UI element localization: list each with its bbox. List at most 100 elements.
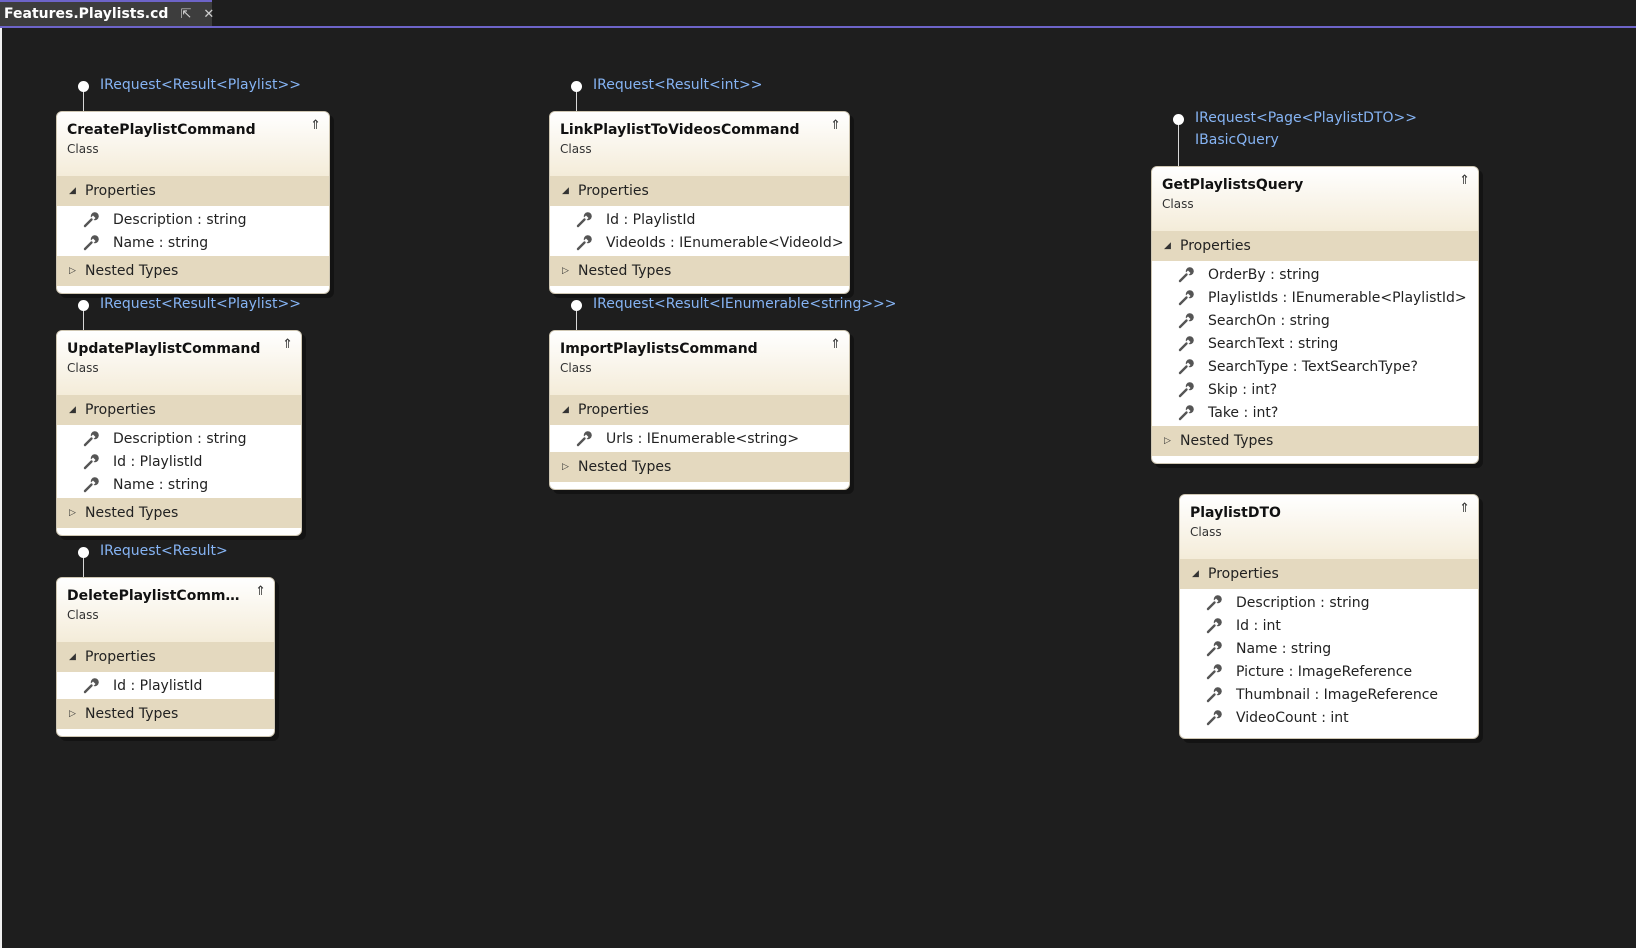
- interface-name[interactable]: IRequest<Result>: [100, 540, 228, 562]
- canvas-edge: [0, 28, 2, 948]
- property-item[interactable]: Take : int?: [1152, 401, 1478, 424]
- property-item[interactable]: Name : string: [57, 473, 301, 496]
- property-item[interactable]: SearchOn : string: [1152, 309, 1478, 332]
- class-header[interactable]: DeletePlaylistComma... Class ⇑: [57, 578, 274, 642]
- interface-dot: [78, 81, 89, 92]
- document-tab[interactable]: Features.Playlists.cd ⇱ ✕: [0, 0, 214, 26]
- property-item[interactable]: Urls : IEnumerable<string>: [550, 427, 849, 450]
- section-label: Nested Types: [578, 263, 672, 279]
- property-text: Picture : ImageReference: [1236, 663, 1413, 680]
- collapse-icon[interactable]: ⇑: [1459, 173, 1470, 188]
- class-shape-importplaylistscommand[interactable]: ImportPlaylistsCommand Class ⇑ ◢ Properties U…: [549, 330, 850, 490]
- class-kind: Class: [67, 608, 99, 622]
- triangle-down-icon: ◢: [1164, 241, 1171, 251]
- class-name: LinkPlaylistToVideosCommand: [560, 122, 800, 138]
- triangle-down-icon: ◢: [69, 186, 76, 196]
- pin-icon[interactable]: ⇱: [180, 7, 191, 22]
- property-text: SearchText : string: [1208, 335, 1339, 352]
- property-item[interactable]: Picture : ImageReference: [1180, 660, 1478, 683]
- wrench-icon: [83, 677, 99, 693]
- property-text: Description : string: [1236, 594, 1370, 611]
- collapse-icon[interactable]: ⇑: [1459, 501, 1470, 516]
- section-label: Properties: [1180, 238, 1251, 254]
- collapse-icon[interactable]: ⇑: [282, 337, 293, 352]
- property-text: Description : string: [113, 211, 247, 228]
- interface-name[interactable]: IRequest<Result<int>>: [593, 74, 762, 96]
- nested-types-section-header[interactable]: ▷ Nested Types: [1152, 426, 1478, 456]
- wrench-icon: [1178, 358, 1194, 374]
- class-shape-getplaylistsquery[interactable]: GetPlaylistsQuery Class ⇑ ◢ Properties OrderB…: [1151, 166, 1479, 464]
- nested-types-section-header[interactable]: ▷ Nested Types: [57, 699, 274, 729]
- property-item[interactable]: VideoCount : int: [1180, 706, 1478, 729]
- class-name: ImportPlaylistsCommand: [560, 341, 758, 357]
- interface-stem: [83, 91, 84, 111]
- property-item[interactable]: OrderBy : string: [1152, 263, 1478, 286]
- interface-name[interactable]: IRequest<Page<PlaylistDTO>>: [1195, 107, 1417, 129]
- property-text: OrderBy : string: [1208, 266, 1320, 283]
- collapse-icon[interactable]: ⇑: [255, 584, 266, 599]
- property-item[interactable]: SearchType : TextSearchType?: [1152, 355, 1478, 378]
- nested-types-section-header[interactable]: ▷ Nested Types: [57, 256, 329, 286]
- wrench-icon: [83, 234, 99, 250]
- nested-types-section-header[interactable]: ▷ Nested Types: [550, 256, 849, 286]
- properties-section-header[interactable]: ◢ Properties: [550, 176, 849, 206]
- property-item[interactable]: Id : PlaylistId: [57, 674, 274, 697]
- interface-name[interactable]: IRequest<Result<Playlist>>: [100, 293, 301, 315]
- property-item[interactable]: Description : string: [1180, 591, 1478, 614]
- wrench-icon: [1206, 617, 1222, 633]
- wrench-icon: [1206, 640, 1222, 656]
- properties-section-header[interactable]: ◢ Properties: [57, 176, 329, 206]
- class-name: PlaylistDTO: [1190, 505, 1281, 521]
- wrench-icon: [1178, 404, 1194, 420]
- section-label: Properties: [85, 402, 156, 418]
- property-text: Urls : IEnumerable<string>: [606, 430, 800, 447]
- properties-section-header[interactable]: ◢ Properties: [550, 395, 849, 425]
- property-item[interactable]: Name : string: [1180, 637, 1478, 660]
- property-item[interactable]: SearchText : string: [1152, 332, 1478, 355]
- property-item[interactable]: Thumbnail : ImageReference: [1180, 683, 1478, 706]
- properties-section-header[interactable]: ◢ Properties: [1180, 559, 1478, 589]
- class-header[interactable]: LinkPlaylistToVideosCommand Class ⇑: [550, 112, 849, 176]
- class-header[interactable]: PlaylistDTO Class ⇑: [1180, 495, 1478, 559]
- property-item[interactable]: Id : PlaylistId: [550, 208, 849, 231]
- nested-types-section-header[interactable]: ▷ Nested Types: [57, 498, 301, 528]
- property-item[interactable]: Id : int: [1180, 614, 1478, 637]
- properties-section-header[interactable]: ◢ Properties: [57, 642, 274, 672]
- class-shape-playlistdto[interactable]: PlaylistDTO Class ⇑ ◢ Properties Description …: [1179, 494, 1479, 739]
- property-text: Id : PlaylistId: [113, 453, 203, 470]
- class-shape-linkplaylisttovideoscommand[interactable]: LinkPlaylistToVideosCommand Class ⇑ ◢ Proper…: [549, 111, 850, 294]
- class-header[interactable]: ImportPlaylistsCommand Class ⇑: [550, 331, 849, 395]
- property-item[interactable]: Description : string: [57, 427, 301, 450]
- class-header[interactable]: UpdatePlaylistCommand Class ⇑: [57, 331, 301, 395]
- class-name: CreatePlaylistCommand: [67, 122, 256, 138]
- interface-name[interactable]: IRequest<Result<IEnumerable<string>>>: [593, 293, 897, 315]
- property-list: Id : PlaylistId: [57, 672, 274, 699]
- property-item[interactable]: Id : PlaylistId: [57, 450, 301, 473]
- interface-name[interactable]: IBasicQuery: [1195, 129, 1279, 151]
- property-item[interactable]: VideoIds : IEnumerable<VideoId>: [550, 231, 849, 254]
- interface-name[interactable]: IRequest<Result<Playlist>>: [100, 74, 301, 96]
- class-header[interactable]: CreatePlaylistCommand Class ⇑: [57, 112, 329, 176]
- collapse-icon[interactable]: ⇑: [830, 337, 841, 352]
- class-shape-createplaylistcommand[interactable]: CreatePlaylistCommand Class ⇑ ◢ Properties De…: [56, 111, 330, 294]
- wrench-icon: [576, 430, 592, 446]
- property-text: SearchType : TextSearchType?: [1208, 358, 1418, 375]
- tab-title: Features.Playlists.cd: [4, 6, 169, 22]
- close-icon[interactable]: ✕: [203, 7, 214, 22]
- class-header[interactable]: GetPlaylistsQuery Class ⇑: [1152, 167, 1478, 231]
- class-shape-deleteplaylistcomma[interactable]: DeletePlaylistComma... Class ⇑ ◢ Properties I…: [56, 577, 275, 737]
- property-item[interactable]: Name : string: [57, 231, 329, 254]
- wrench-icon: [1178, 266, 1194, 282]
- property-item[interactable]: PlaylistIds : IEnumerable<PlaylistId>: [1152, 286, 1478, 309]
- collapse-icon[interactable]: ⇑: [310, 118, 321, 133]
- properties-section-header[interactable]: ◢ Properties: [1152, 231, 1478, 261]
- section-label: Nested Types: [578, 459, 672, 475]
- section-label: Nested Types: [85, 706, 179, 722]
- triangle-right-icon: ▷: [1164, 436, 1171, 446]
- collapse-icon[interactable]: ⇑: [830, 118, 841, 133]
- property-item[interactable]: Description : string: [57, 208, 329, 231]
- property-item[interactable]: Skip : int?: [1152, 378, 1478, 401]
- class-shape-updateplaylistcommand[interactable]: UpdatePlaylistCommand Class ⇑ ◢ Properties De…: [56, 330, 302, 536]
- properties-section-header[interactable]: ◢ Properties: [57, 395, 301, 425]
- nested-types-section-header[interactable]: ▷ Nested Types: [550, 452, 849, 482]
